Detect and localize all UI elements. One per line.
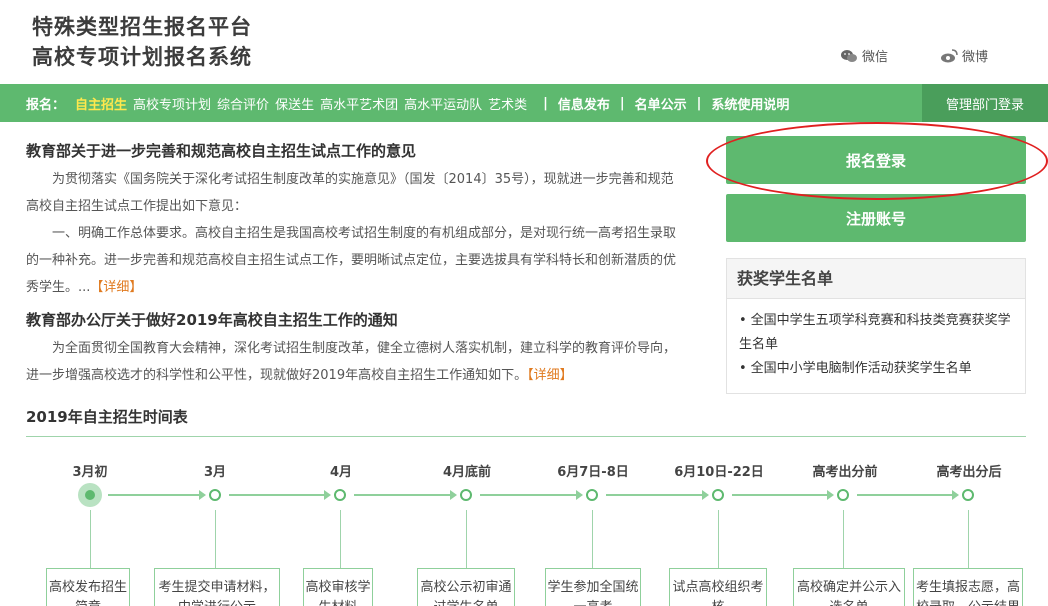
timeline-date: 高考出分后 bbox=[936, 465, 1002, 480]
award-list-item[interactable]: 全国中学生五项学科竞赛和科技类竞赛获奖学生名单 bbox=[739, 309, 1013, 357]
timeline-connector bbox=[592, 510, 593, 568]
article-list: 教育部关于进一步完善和规范高校自主招生试点工作的意见 为贯彻落实《国务院关于深化… bbox=[26, 140, 676, 389]
timeline-card: 高校发布招生简章 bbox=[46, 568, 130, 606]
timeline-dot bbox=[334, 489, 346, 501]
timeline-card: 试点高校组织考核 bbox=[669, 568, 767, 606]
nav-item-baosong[interactable]: 保送生 bbox=[275, 94, 314, 113]
timeline-date: 3月 bbox=[203, 465, 227, 480]
timeline-card: 高校确定并公示入选名单 bbox=[793, 568, 905, 606]
award-list-item[interactable]: 全国中小学电脑制作活动获奖学生名单 bbox=[739, 357, 1013, 381]
timeline-arrow bbox=[354, 490, 457, 500]
article-title[interactable]: 教育部办公厅关于做好2019年高校自主招生工作的通知 bbox=[26, 309, 676, 331]
article-body: 为全面贯彻全国教育大会精神，深化考试招生制度改革，健全立德树人落实机制，建立科学… bbox=[26, 335, 676, 389]
article-paragraph: 一、明确工作总体要求。高校自主招生是我国高校考试招生制度的有机组成部分，是对现行… bbox=[26, 220, 676, 301]
article-body: 为贯彻落实《国务院关于深化考试招生制度改革的实施意见》（国发〔2014〕35号）… bbox=[26, 166, 676, 301]
timeline-connector bbox=[215, 510, 216, 568]
detail-link[interactable]: 【详细】 bbox=[527, 368, 573, 383]
timeline-arrow bbox=[108, 490, 206, 500]
timeline-arrow bbox=[732, 490, 834, 500]
nav-separator: | bbox=[619, 95, 625, 111]
wechat-icon bbox=[841, 49, 857, 62]
timeline-dot bbox=[460, 489, 472, 501]
header: 特殊类型招生报名平台 高校专项计划报名系统 微信 微博 bbox=[0, 0, 1048, 84]
timeline-connector bbox=[718, 510, 719, 568]
detail-link[interactable]: 【详细】 bbox=[90, 280, 142, 295]
site-title[interactable]: 特殊类型招生报名平台 高校专项计划报名系统 bbox=[32, 12, 252, 72]
timeline-dot bbox=[209, 489, 221, 501]
nav-guide[interactable]: 系统使用说明 bbox=[711, 94, 789, 113]
timeline-dot bbox=[586, 489, 598, 501]
timeline-arrow bbox=[229, 490, 331, 500]
timeline-card: 考生提交申请材料，中学进行公示 bbox=[154, 568, 280, 606]
timeline-card: 高校审核学生材料 bbox=[303, 568, 373, 606]
main-nav: 报名： 自主招生 高校专项计划 综合评价 保送生 高水平艺术团 高水平运动队 艺… bbox=[0, 84, 1048, 122]
timeline-dot bbox=[962, 489, 974, 501]
admin-login-button[interactable]: 管理部门登录 bbox=[922, 84, 1048, 122]
award-list: 全国中学生五项学科竞赛和科技类竞赛获奖学生名单 全国中小学电脑制作活动获奖学生名… bbox=[727, 299, 1025, 393]
register-button[interactable]: 注册账号 bbox=[726, 194, 1026, 242]
timeline-date: 4月 bbox=[329, 465, 353, 480]
timeline-dot bbox=[712, 489, 724, 501]
timeline-title: 2019年自主招生时间表 bbox=[26, 408, 188, 426]
award-list-box: 获奖学生名单 全国中学生五项学科竞赛和科技类竞赛获奖学生名单 全国中小学电脑制作… bbox=[726, 258, 1026, 394]
article-title[interactable]: 教育部关于进一步完善和规范高校自主招生试点工作的意见 bbox=[26, 140, 676, 162]
weibo-label: 微博 bbox=[962, 50, 989, 65]
timeline-date: 3月初 bbox=[72, 465, 108, 480]
timeline-dot-current bbox=[78, 483, 102, 507]
timeline-date: 高考出分前 bbox=[812, 465, 878, 480]
timeline-arrow bbox=[606, 490, 709, 500]
timeline-connector bbox=[466, 510, 467, 568]
timeline-date: 6月10日-22日 bbox=[674, 465, 764, 480]
nav-lead-label: 报名： bbox=[26, 97, 66, 113]
nav-item-zonghe[interactable]: 综合评价 bbox=[217, 94, 269, 113]
weibo-icon bbox=[941, 48, 958, 62]
timeline-card: 学生参加全国统一高考 bbox=[545, 568, 641, 606]
timeline-connector bbox=[843, 510, 844, 568]
nav-separator: | bbox=[543, 95, 548, 111]
nav-item-zhuanxiang[interactable]: 高校专项计划 bbox=[133, 94, 211, 113]
nav-item-yishutuan[interactable]: 高水平艺术团 bbox=[320, 94, 398, 113]
article-text: 为全面贯彻全国教育大会精神，深化考试招生制度改革，健全立德树人落实机制，建立科学… bbox=[26, 341, 677, 383]
login-button[interactable]: 报名登录 bbox=[726, 136, 1026, 184]
timeline-card: 考生填报志愿，高校录取，公示结果 bbox=[913, 568, 1023, 606]
site-title-line1: 特殊类型招生报名平台 bbox=[32, 15, 252, 39]
timeline-date: 4月底前 bbox=[442, 465, 492, 480]
timeline-card: 高校公示初审通过学生名单 bbox=[417, 568, 515, 606]
timeline-divider bbox=[26, 436, 1026, 437]
nav-item-zizhu[interactable]: 自主招生 bbox=[75, 94, 127, 113]
timeline-dot bbox=[837, 489, 849, 501]
nav-info[interactable]: 信息发布 bbox=[558, 94, 610, 113]
weibo-link[interactable]: 微博 bbox=[940, 46, 988, 65]
wechat-link[interactable]: 微信 bbox=[840, 46, 888, 65]
article-paragraph: 为贯彻落实《国务院关于深化考试招生制度改革的实施意见》（国发〔2014〕35号）… bbox=[26, 172, 674, 214]
article-paragraph: 为全面贯彻全国教育大会精神，深化考试招生制度改革，健全立德树人落实机制，建立科学… bbox=[26, 335, 676, 389]
timeline-arrow bbox=[480, 490, 583, 500]
timeline-connector bbox=[340, 510, 341, 568]
timeline-arrow bbox=[857, 490, 959, 500]
timeline-date: 6月7日-8日 bbox=[557, 465, 629, 480]
award-list-title: 获奖学生名单 bbox=[727, 259, 1025, 299]
nav-list[interactable]: 名单公示 bbox=[635, 94, 687, 113]
nav-item-yishulei[interactable]: 艺术类 bbox=[488, 94, 527, 113]
timeline-connector bbox=[968, 510, 969, 568]
nav-item-yundongdui[interactable]: 高水平运动队 bbox=[404, 94, 482, 113]
sidebar: 报名登录 注册账号 获奖学生名单 全国中学生五项学科竞赛和科技类竞赛获奖学生名单… bbox=[706, 122, 1048, 394]
timeline-connector bbox=[90, 510, 91, 568]
wechat-label: 微信 bbox=[862, 50, 889, 65]
nav-separator: | bbox=[696, 95, 702, 111]
site-title-line2: 高校专项计划报名系统 bbox=[32, 45, 252, 69]
